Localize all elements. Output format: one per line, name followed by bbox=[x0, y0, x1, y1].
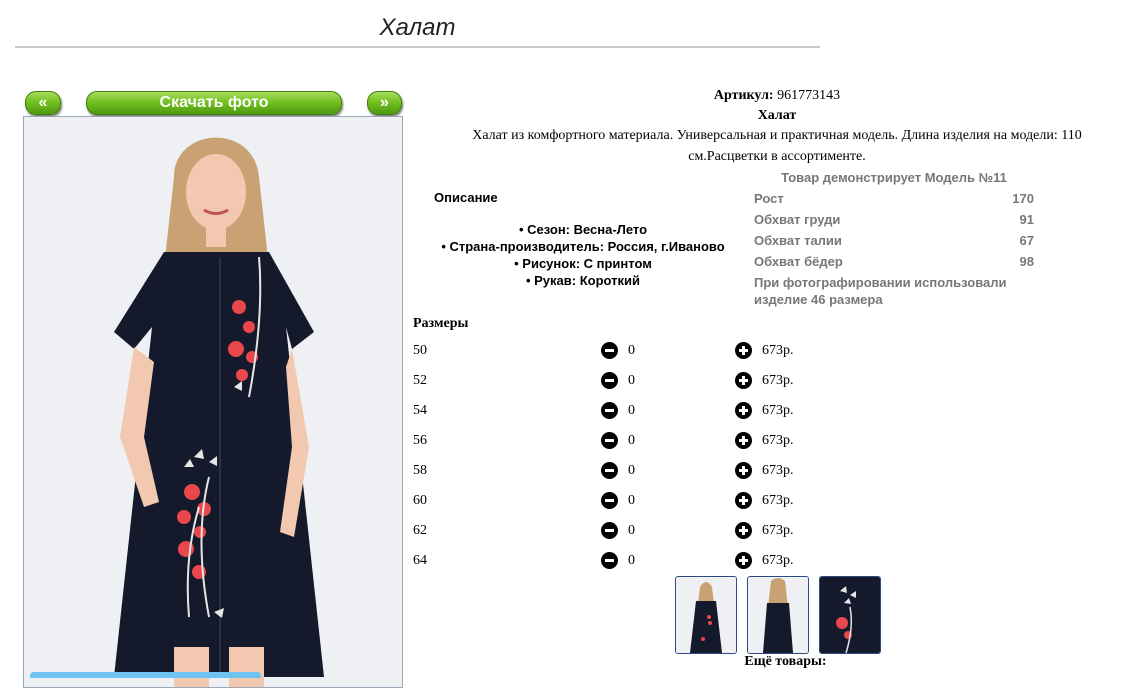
minus-icon[interactable] bbox=[601, 492, 618, 509]
plus-icon[interactable] bbox=[735, 432, 752, 449]
model-heading: Товар демонстрирует Модель №11 bbox=[781, 170, 1007, 185]
plus-icon[interactable] bbox=[735, 552, 752, 569]
price-value: 673р. bbox=[762, 433, 794, 448]
quantity-value: 0 bbox=[628, 343, 635, 358]
specs-heading: Описание bbox=[434, 190, 498, 205]
article-label: Артикул: bbox=[713, 88, 774, 103]
size-label: 62 bbox=[413, 523, 427, 538]
minus-icon[interactable] bbox=[601, 552, 618, 569]
quantity-value: 0 bbox=[628, 373, 635, 388]
quantity-value: 0 bbox=[628, 553, 635, 568]
size-label: 56 bbox=[413, 433, 427, 448]
price-value: 673р. bbox=[762, 523, 794, 538]
plus-icon[interactable] bbox=[735, 402, 752, 419]
price-value: 673р. bbox=[762, 463, 794, 478]
minus-icon[interactable] bbox=[601, 432, 618, 449]
size-label: 52 bbox=[413, 373, 427, 388]
dress-model-illustration bbox=[24, 117, 402, 687]
product-description-line1: Халат из комфортного материала. Универса… bbox=[472, 128, 1082, 143]
model-note-line1: При фотографировании использовали bbox=[754, 275, 1007, 290]
plus-icon[interactable] bbox=[735, 492, 752, 509]
size-label: 64 bbox=[413, 553, 427, 568]
minus-icon[interactable] bbox=[601, 372, 618, 389]
plus-icon[interactable] bbox=[735, 462, 752, 479]
plus-icon[interactable] bbox=[735, 372, 752, 389]
measurement-row: Обхват бёдер 98 bbox=[754, 254, 1034, 269]
specs-list: • Сезон: Весна-Лето • Страна-производите… bbox=[413, 221, 753, 289]
bottom-button-partial[interactable] bbox=[30, 672, 261, 678]
page-title: Халат bbox=[15, 14, 820, 48]
measurement-row: Обхват груди 91 bbox=[754, 212, 1034, 227]
quantity-value: 0 bbox=[628, 463, 635, 478]
minus-icon[interactable] bbox=[601, 462, 618, 479]
thumbnail-front[interactable] bbox=[675, 576, 737, 654]
more-products-heading: Ещё товары: bbox=[744, 654, 827, 669]
size-row: 60 0 673р. bbox=[413, 489, 813, 513]
sizes-heading: Размеры bbox=[413, 316, 469, 331]
size-row: 54 0 673р. bbox=[413, 399, 813, 423]
measurement-row: Обхват талии 67 bbox=[754, 233, 1034, 248]
prev-photo-button[interactable]: « bbox=[25, 91, 61, 115]
size-label: 60 bbox=[413, 493, 427, 508]
size-row: 52 0 673р. bbox=[413, 369, 813, 393]
size-label: 58 bbox=[413, 463, 427, 478]
thumbnail-back[interactable] bbox=[747, 576, 809, 654]
minus-icon[interactable] bbox=[601, 342, 618, 359]
plus-icon[interactable] bbox=[735, 522, 752, 539]
size-row: 64 0 673р. bbox=[413, 549, 813, 573]
spec-item: • Сезон: Весна-Лето bbox=[518, 222, 648, 237]
spec-item: • Рисунок: С принтом bbox=[514, 256, 652, 271]
price-value: 673р. bbox=[762, 493, 794, 508]
minus-icon[interactable] bbox=[601, 522, 618, 539]
plus-icon[interactable] bbox=[735, 342, 752, 359]
quantity-value: 0 bbox=[628, 403, 635, 418]
price-value: 673р. bbox=[762, 403, 794, 418]
size-row: 56 0 673р. bbox=[413, 429, 813, 453]
quantity-value: 0 bbox=[628, 433, 635, 448]
measurement-row: Рост 170 bbox=[754, 191, 1034, 206]
model-note-line2: изделие 46 размера bbox=[754, 292, 883, 307]
size-row: 58 0 673р. bbox=[413, 459, 813, 483]
next-photo-button[interactable]: » bbox=[367, 91, 402, 115]
price-value: 673р. bbox=[762, 373, 794, 388]
quantity-value: 0 bbox=[628, 493, 635, 508]
product-description-line2: см.Расцветки в ассортименте. bbox=[688, 149, 866, 164]
size-row: 50 0 673р. bbox=[413, 339, 813, 363]
size-label: 50 bbox=[413, 343, 427, 358]
price-value: 673р. bbox=[762, 553, 794, 568]
size-row: 62 0 673р. bbox=[413, 519, 813, 543]
article-value: 961773143 bbox=[777, 88, 841, 103]
article-line: Артикул: 961773143 bbox=[413, 88, 1140, 104]
download-photo-button[interactable]: Скачать фото bbox=[86, 91, 342, 115]
spec-item: • Рукав: Короткий bbox=[525, 273, 641, 288]
product-name: Халат bbox=[757, 108, 797, 123]
product-photo[interactable] bbox=[23, 116, 403, 688]
quantity-value: 0 bbox=[628, 523, 635, 538]
price-value: 673р. bbox=[762, 343, 794, 358]
spec-item: • Страна-производитель: Россия, г.Иванов… bbox=[441, 239, 725, 254]
thumbnail-print[interactable] bbox=[819, 576, 881, 654]
minus-icon[interactable] bbox=[601, 402, 618, 419]
size-label: 54 bbox=[413, 403, 427, 418]
